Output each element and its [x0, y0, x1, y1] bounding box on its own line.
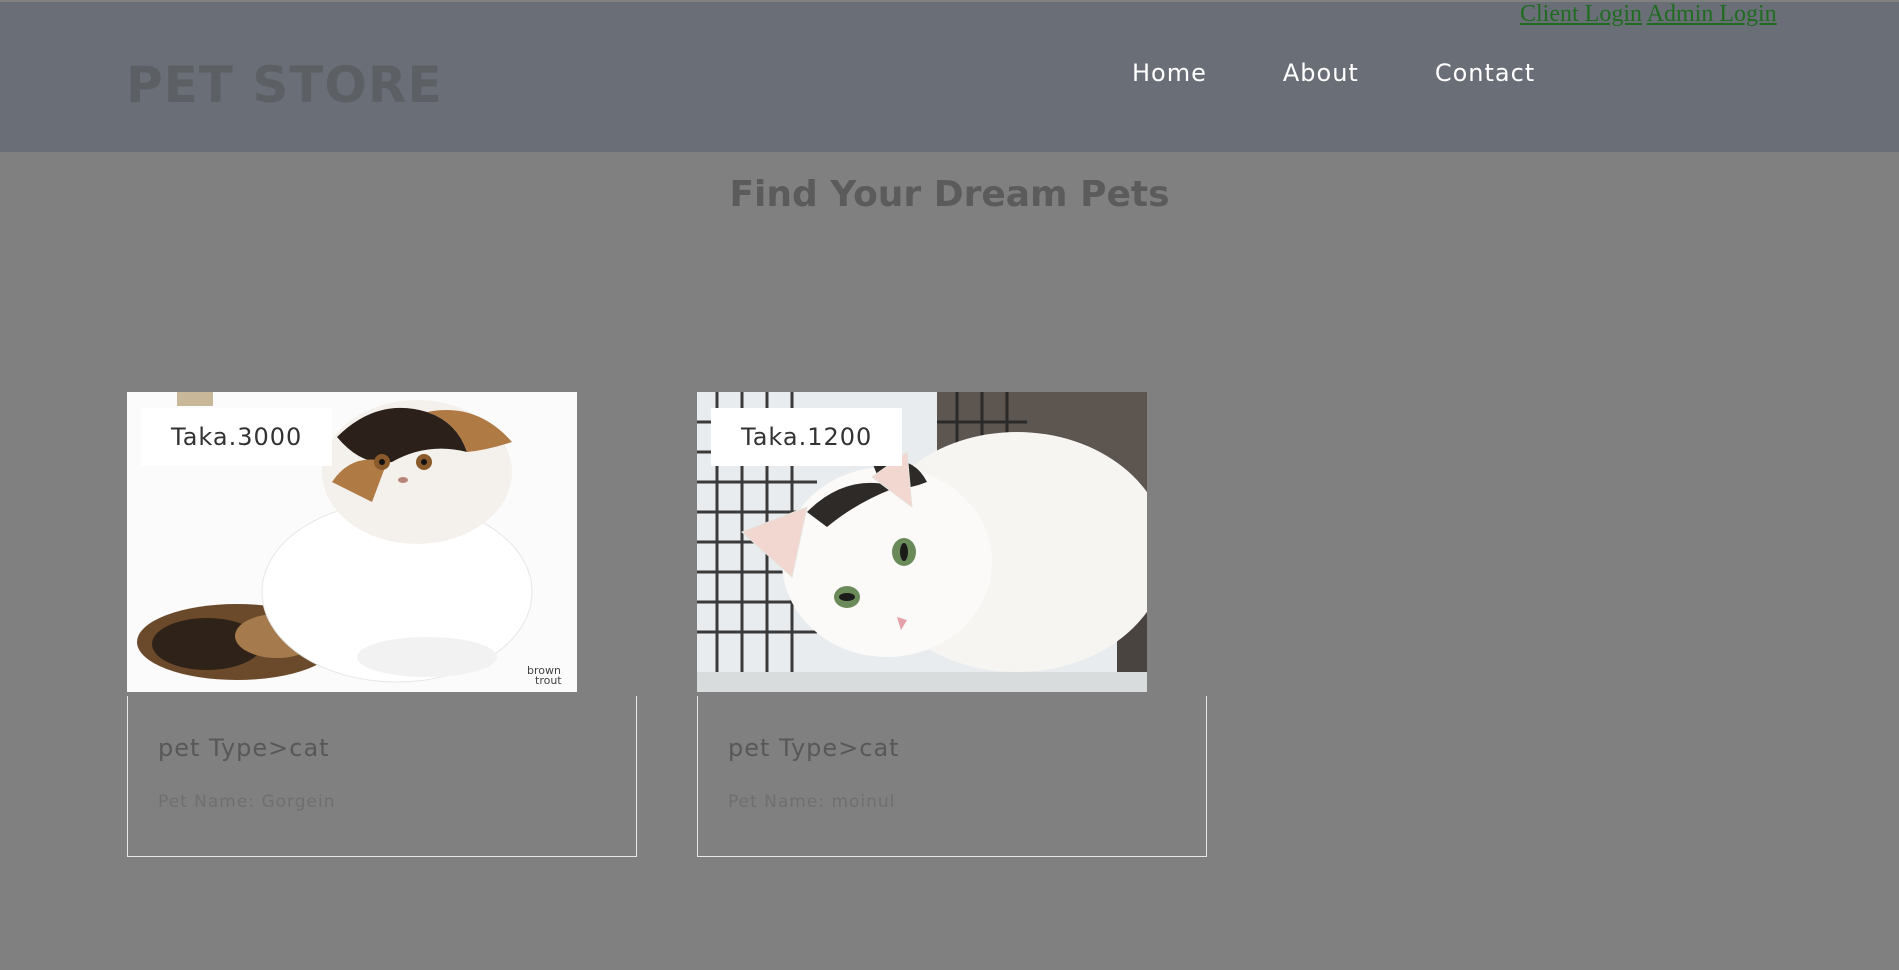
- auth-links: Client Login Admin Login: [1520, 0, 1777, 28]
- nav-contact[interactable]: Contact: [1435, 59, 1535, 87]
- nav-about[interactable]: About: [1283, 59, 1359, 87]
- client-login-link[interactable]: Client Login: [1520, 1, 1642, 27]
- brand-logo[interactable]: PET STORE: [126, 56, 443, 114]
- nav-home[interactable]: Home: [1132, 59, 1207, 87]
- pet-type: pet Type>cat: [158, 734, 330, 762]
- card-body: pet Type>cat Pet Name: moinul: [697, 696, 1207, 857]
- price-tag: Taka.1200: [711, 408, 903, 466]
- pet-type: pet Type>cat: [728, 734, 900, 762]
- card-body: pet Type>cat Pet Name: Gorgein: [127, 696, 637, 857]
- main-nav: Home About Contact: [1132, 59, 1611, 87]
- page-heading: Find Your Dream Pets: [729, 174, 1170, 215]
- page: PET STORE Home About Contact Client Logi…: [0, 0, 1899, 970]
- price-tag: Taka.3000: [141, 408, 333, 466]
- admin-login-link[interactable]: Admin Login: [1647, 1, 1777, 27]
- pet-name: Pet Name: moinul: [728, 792, 896, 812]
- svg-text:trout: trout: [535, 674, 562, 687]
- pet-name: Pet Name: Gorgein: [158, 792, 336, 812]
